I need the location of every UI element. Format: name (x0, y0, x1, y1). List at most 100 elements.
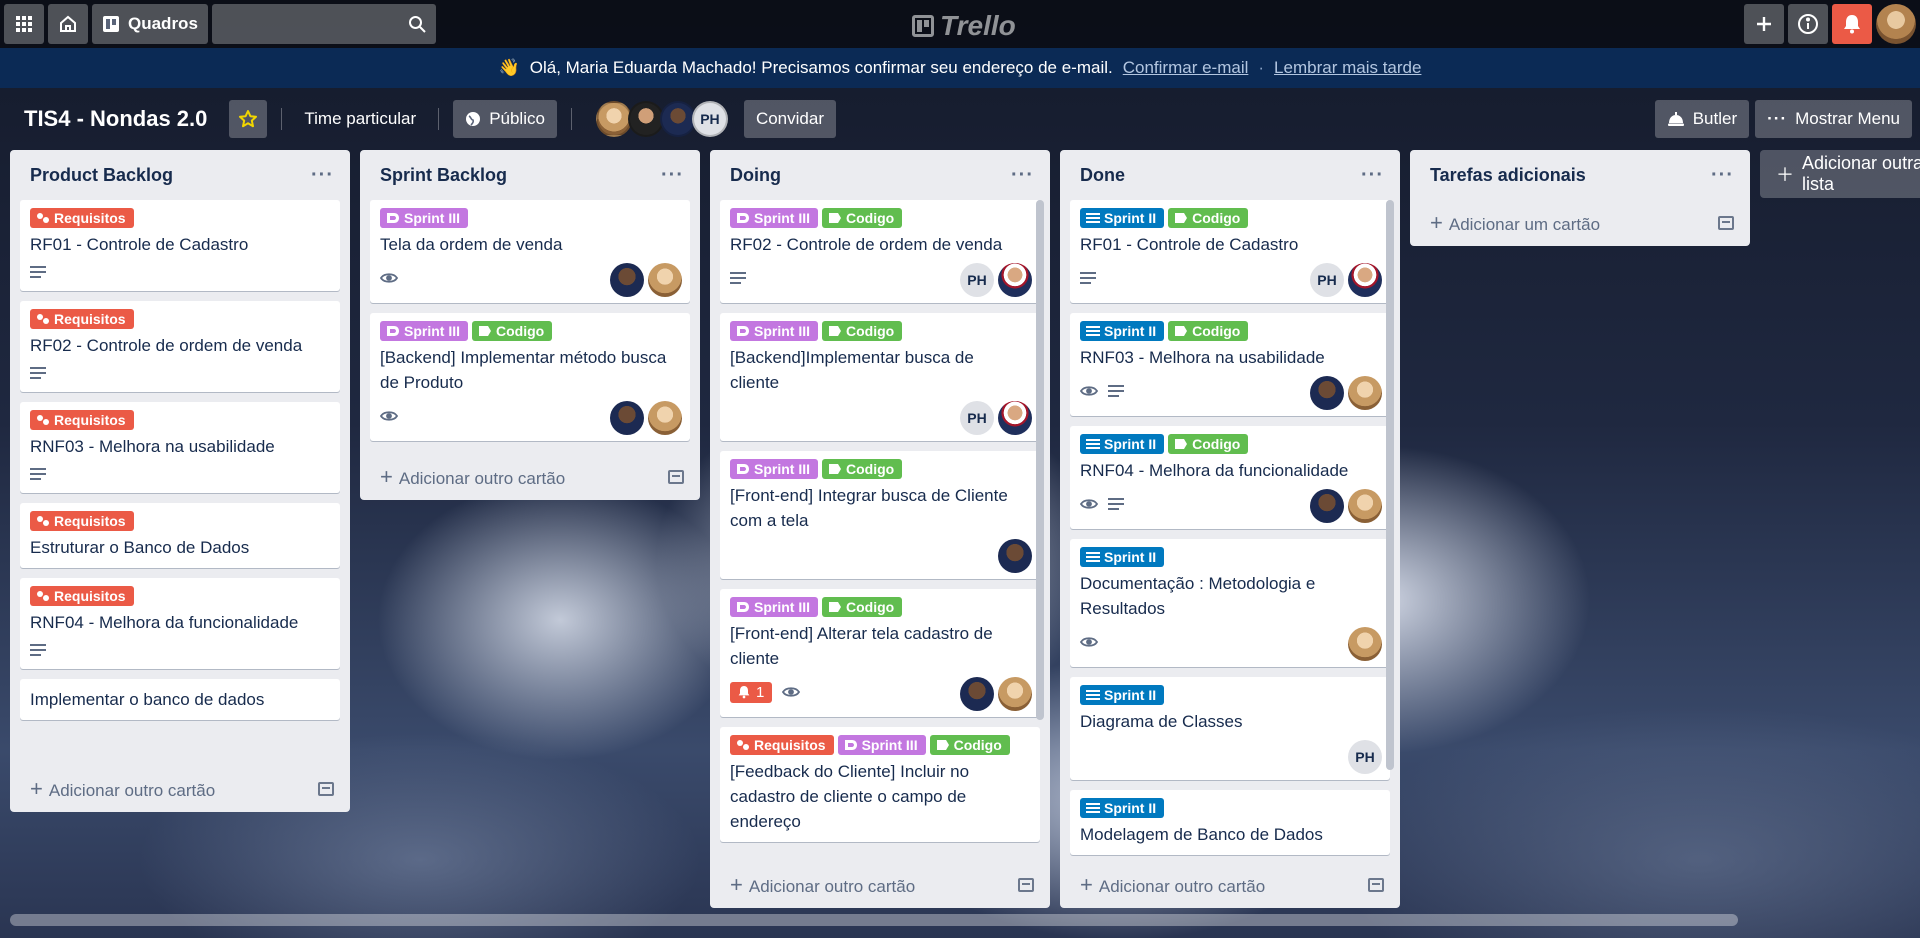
list-title[interactable]: Product Backlog (30, 165, 173, 186)
card[interactable]: Requisitos Estruturar o Banco de Dados (20, 503, 340, 568)
card-label[interactable]: Sprint II (1080, 208, 1165, 228)
card-label[interactable]: Requisitos (30, 309, 134, 329)
add-card-button[interactable]: + Adicionar um cartão (1410, 200, 1750, 246)
card-label[interactable]: Codigo (822, 459, 903, 479)
butler-button[interactable]: Butler (1654, 100, 1750, 138)
create-button[interactable] (1744, 4, 1784, 44)
card-template-icon[interactable] (1718, 216, 1734, 230)
member-avatar[interactable] (1348, 627, 1382, 661)
card-label[interactable]: Sprint II (1080, 547, 1165, 567)
member-avatar[interactable]: PH (960, 263, 994, 297)
card-label[interactable]: Requisitos (30, 410, 134, 430)
card[interactable]: Sprint II Diagrama de Classes PH (1070, 677, 1390, 780)
member-avatar[interactable]: PH (1348, 740, 1382, 774)
member-avatar[interactable] (595, 101, 632, 137)
card-label[interactable]: Sprint III (730, 459, 818, 479)
card-label[interactable]: Requisitos (30, 511, 134, 531)
card-label[interactable]: Codigo (1168, 208, 1249, 228)
member-avatar[interactable] (998, 263, 1032, 297)
list-scrollbar[interactable] (1036, 200, 1044, 720)
member-avatar[interactable] (1348, 489, 1382, 523)
list-menu-icon[interactable]: ··· (1711, 164, 1734, 187)
card[interactable]: Sprint II Codigo RF01 - Controle de Cadast… (1070, 200, 1390, 303)
list-title[interactable]: Sprint Backlog (380, 165, 507, 186)
user-avatar[interactable] (1876, 4, 1916, 44)
card[interactable]: Sprint III Codigo [Front-end] Integrar bus… (720, 451, 1040, 579)
card[interactable]: Sprint III Codigo [Backend]Implementar bus… (720, 313, 1040, 441)
member-avatar[interactable] (998, 401, 1032, 435)
member-avatar[interactable]: PH (691, 101, 728, 137)
list-menu-icon[interactable]: ··· (1011, 164, 1034, 187)
add-card-button[interactable]: + Adicionar outro cartão (1060, 862, 1400, 908)
member-avatar[interactable] (1310, 489, 1344, 523)
card[interactable]: Sprint III Tela da ordem de venda (370, 200, 690, 303)
member-avatar[interactable] (659, 101, 696, 137)
add-card-button[interactable]: + Adicionar outro cartão (710, 862, 1050, 908)
search-box[interactable] (198, 4, 436, 44)
member-avatar[interactable] (960, 677, 994, 711)
card[interactable]: Sprint II Codigo RNF03 - Melhora na usabil… (1070, 313, 1390, 416)
card-label[interactable]: Codigo (929, 735, 1010, 755)
card-label[interactable]: Requisitos (30, 586, 134, 606)
card[interactable]: Requisitos RNF03 - Melhora na usabilidade (20, 402, 340, 493)
member-avatar[interactable] (610, 263, 644, 297)
card[interactable]: Sprint II Modelagem de Banco de Dados (1070, 790, 1390, 855)
card-template-icon[interactable] (1018, 878, 1034, 892)
member-avatar[interactable] (648, 401, 682, 435)
trello-logo[interactable]: Trello (912, 10, 1016, 42)
add-card-button[interactable]: + Adicionar outro cartão (10, 766, 350, 812)
member-avatar[interactable] (998, 539, 1032, 573)
card[interactable]: Requisitos RF02 - Controle de ordem de ve… (20, 301, 340, 392)
card[interactable]: Requisitos Sprint III Codigo [Feedback do C… (720, 727, 1040, 842)
member-avatar[interactable] (648, 263, 682, 297)
card-template-icon[interactable] (318, 782, 334, 796)
list-title[interactable]: Doing (730, 165, 781, 186)
list-title[interactable]: Tarefas adicionais (1430, 165, 1586, 186)
add-card-button[interactable]: + Adicionar outro cartão (360, 454, 700, 500)
card-label[interactable]: Codigo (1168, 434, 1249, 454)
card-label[interactable]: Sprint II (1080, 798, 1165, 818)
invite-button[interactable]: Convidar (743, 100, 836, 138)
member-avatar[interactable] (627, 101, 664, 137)
card[interactable]: Sprint III Codigo [Front-end] Alterar tela… (720, 589, 1040, 717)
card-template-icon[interactable] (1368, 878, 1384, 892)
card[interactable]: Sprint II Documentação : Metodologia e Re… (1070, 539, 1390, 667)
home-button[interactable] (48, 4, 88, 44)
card[interactable]: Requisitos RNF04 - Melhora da funcionalid… (20, 578, 340, 669)
list-scrollbar[interactable] (1386, 200, 1394, 770)
card-label[interactable]: Sprint III (380, 208, 468, 228)
card-label[interactable]: Codigo (822, 597, 903, 617)
member-avatar[interactable]: PH (1310, 263, 1344, 297)
member-avatar[interactable] (998, 677, 1032, 711)
member-avatar[interactable] (1348, 376, 1382, 410)
card[interactable]: Implementar o banco de dados (20, 679, 340, 720)
card-label[interactable]: Codigo (472, 321, 553, 341)
remind-later-link[interactable]: Lembrar mais tarde (1274, 58, 1421, 78)
card-label[interactable]: Requisitos (730, 735, 834, 755)
card-template-icon[interactable] (668, 470, 684, 484)
member-avatar[interactable]: PH (960, 401, 994, 435)
card[interactable]: Requisitos RF01 - Controle de Cadastro (20, 200, 340, 291)
card-label[interactable]: Sprint III (837, 735, 926, 755)
member-avatar[interactable] (1348, 263, 1382, 297)
card[interactable]: Sprint III Codigo [Backend] Implementar mé… (370, 313, 690, 441)
card-label[interactable]: Sprint III (730, 321, 818, 341)
card-label[interactable]: Codigo (822, 208, 903, 228)
apps-button[interactable] (4, 4, 44, 44)
list-menu-icon[interactable]: ··· (661, 164, 684, 187)
confirm-email-link[interactable]: Confirmar e-mail (1123, 58, 1249, 78)
card-label[interactable]: Sprint II (1080, 321, 1165, 341)
card[interactable]: Sprint III Codigo RF02 - Controle de ordem… (720, 200, 1040, 303)
visibility-button[interactable]: Público (453, 100, 557, 138)
list-menu-icon[interactable]: ··· (1361, 164, 1384, 187)
card-label[interactable]: Codigo (822, 321, 903, 341)
horizontal-scrollbar[interactable] (10, 914, 1738, 926)
card-label[interactable]: Sprint II (1080, 685, 1165, 705)
card-label[interactable]: Sprint III (730, 597, 818, 617)
card-label[interactable]: Sprint III (730, 208, 818, 228)
notifications-button[interactable] (1832, 4, 1872, 44)
card-label[interactable]: Sprint III (380, 321, 468, 341)
card-label[interactable]: Requisitos (30, 208, 134, 228)
member-avatar[interactable] (610, 401, 644, 435)
search-input[interactable] (198, 15, 408, 33)
